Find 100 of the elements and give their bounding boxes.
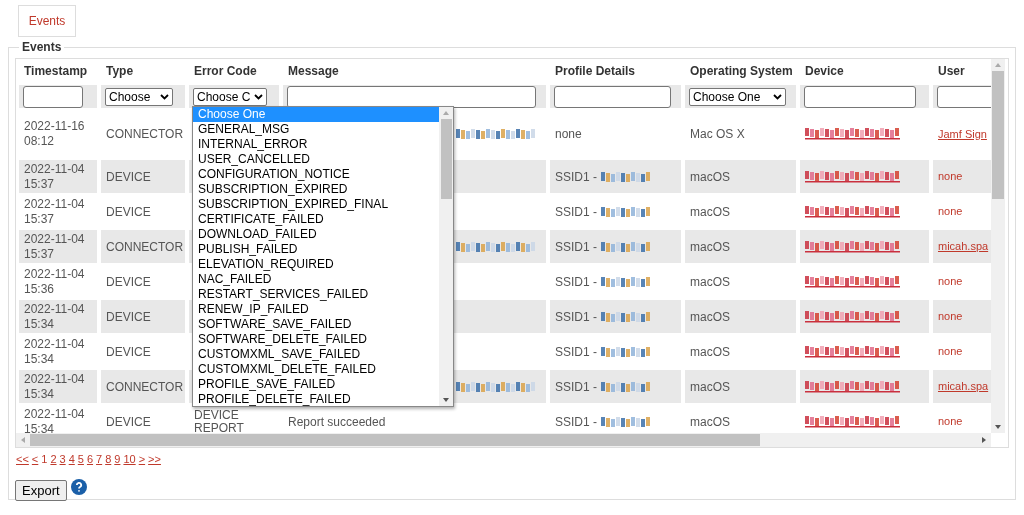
dropdown-option[interactable]: PUBLISH_FAILED <box>193 242 439 257</box>
dropdown-option[interactable]: USER_CANCELLED <box>193 152 439 167</box>
device-link[interactable] <box>805 345 900 358</box>
dropdown-option[interactable]: DOWNLOAD_FAILED <box>193 227 439 242</box>
dropdown-option[interactable]: RESTART_SERVICES_FAILED <box>193 287 439 302</box>
dropdown-option[interactable]: CERTIFICATE_FAILED <box>193 212 439 227</box>
column-header: Message <box>287 63 340 80</box>
timestamp-cell: 2022-11-04 15:37 <box>19 160 97 193</box>
user-text: none <box>938 344 963 360</box>
device-link[interactable] <box>805 310 900 323</box>
dropdown-option[interactable]: SOFTWARE_SAVE_FAILED <box>193 317 439 332</box>
dropdown-option[interactable]: SOFTWARE_DELETE_FAILED <box>193 332 439 347</box>
page-link[interactable]: 2 <box>50 451 57 468</box>
arrow-down-icon[interactable] <box>994 423 1002 431</box>
device-link[interactable] <box>805 205 900 218</box>
page-link[interactable]: 5 <box>77 451 84 468</box>
page-link[interactable]: 6 <box>86 451 94 468</box>
page-link[interactable]: > <box>138 451 146 468</box>
timestamp-cell: 2022-11-04 15:34 <box>19 370 97 403</box>
dropdown-option[interactable]: CUSTOMXML_DELETE_FAILED <box>193 362 439 377</box>
column-header: Device <box>804 63 845 80</box>
scroll-thumb[interactable] <box>992 71 1004 199</box>
profile-text: SSID1 - <box>555 308 597 326</box>
arrow-right-icon[interactable] <box>980 436 988 444</box>
dropdown-scrollbar[interactable] <box>439 107 453 406</box>
column-header: Timestamp <box>23 63 89 80</box>
redacted-text-drawing <box>601 276 651 287</box>
export-button[interactable]: Export <box>15 479 67 501</box>
redacted-text-drawing <box>601 416 651 427</box>
table-cell: macOS <box>685 300 796 333</box>
page-link[interactable]: 7 <box>96 451 103 468</box>
table-cell: CONNECTOR <box>101 230 185 263</box>
redacted-text-drawing <box>601 346 651 357</box>
user-link[interactable]: Jamf Sign <box>938 125 987 143</box>
dropdown-option[interactable]: CONFIGURATION_NOTICE <box>193 167 439 182</box>
arrow-down-icon[interactable] <box>442 396 450 404</box>
events-tab[interactable]: Events <box>18 5 76 37</box>
help-icon[interactable] <box>70 479 87 495</box>
scroll-thumb[interactable] <box>30 434 760 446</box>
profile-text: SSID1 - <box>555 273 597 291</box>
user-text: none <box>938 204 963 220</box>
timestamp-cell: 2022-11-04 15:37 <box>19 230 97 263</box>
filter-select[interactable]: Choose One <box>689 87 786 106</box>
device-link[interactable] <box>805 170 900 183</box>
device-link[interactable] <box>805 128 900 140</box>
page-link[interactable]: < <box>31 451 39 468</box>
filter-select[interactable]: Choose C <box>193 87 267 106</box>
filter-select[interactable]: Choose <box>105 87 173 106</box>
table-cell: DEVICE <box>101 160 185 193</box>
profile-text: SSID1 - <box>555 168 597 186</box>
timestamp-cell: 2022-11-04 15:34 <box>19 300 97 333</box>
dropdown-option[interactable]: SUBSCRIPTION_EXPIRED <box>193 182 439 197</box>
user-link[interactable]: micah.spa <box>938 238 989 255</box>
scroll-thumb[interactable] <box>440 119 452 199</box>
profile-text: SSID1 - <box>555 238 597 256</box>
page-link[interactable]: << <box>16 451 29 468</box>
profile-text: SSID1 - <box>555 343 597 361</box>
device-link[interactable] <box>805 240 900 253</box>
page-link[interactable]: 4 <box>68 451 75 468</box>
profile-text: none <box>555 126 582 143</box>
chevron-down-icon <box>773 93 782 100</box>
page-link[interactable]: >> <box>148 451 161 468</box>
column-header: Error Code <box>193 63 258 80</box>
dropdown-option[interactable]: SUBSCRIPTION_EXPIRED_FINAL <box>193 197 439 212</box>
redacted-text-drawing <box>601 381 651 392</box>
column-header: Operating System <box>689 63 794 80</box>
user-text: none <box>938 169 963 185</box>
page-link[interactable]: 3 <box>59 451 66 468</box>
chevron-down-icon <box>160 93 169 100</box>
table-cell: CONNECTOR <box>101 370 185 403</box>
page-link[interactable]: 10 <box>123 451 136 468</box>
dropdown-option[interactable]: GENERAL_MSG <box>193 122 439 137</box>
page-link[interactable]: 8 <box>105 451 112 468</box>
dropdown-option[interactable]: RENEW_IP_FAILED <box>193 302 439 317</box>
profile-text: SSID1 - <box>555 413 597 431</box>
column-header: Profile Details <box>554 63 637 80</box>
filter-field[interactable] <box>23 85 83 108</box>
dropdown-option[interactable]: PROFILE_SAVE_FAILED <box>193 377 439 392</box>
device-link[interactable] <box>805 415 900 428</box>
device-link[interactable] <box>805 275 900 288</box>
page-link[interactable]: 1 <box>41 451 48 468</box>
vertical-scrollbar[interactable] <box>991 59 1005 433</box>
user-link[interactable]: micah.spa <box>938 378 989 395</box>
table-cell: macOS <box>685 230 796 263</box>
user-text: none <box>938 274 963 290</box>
redacted-text-drawing <box>601 311 651 322</box>
dropdown-option[interactable]: ELEVATION_REQUIRED <box>193 257 439 272</box>
dropdown-option[interactable]: CUSTOMXML_SAVE_FAILED <box>193 347 439 362</box>
dropdown-option[interactable]: NAC_FAILED <box>193 272 439 287</box>
table-cell: DEVICE <box>101 300 185 333</box>
page-link[interactable]: 9 <box>114 451 121 468</box>
redacted-text-drawing <box>601 206 651 217</box>
dropdown-option[interactable]: INTERNAL_ERROR <box>193 137 439 152</box>
dropdown-option[interactable]: PROFILE_DELETE_FAILED <box>193 392 439 406</box>
device-link[interactable] <box>805 380 900 393</box>
table-cell: macOS <box>685 370 796 403</box>
column-header: User <box>937 63 966 80</box>
horizontal-scrollbar[interactable] <box>16 433 991 447</box>
profile-text: SSID1 - <box>555 203 597 221</box>
user-text: none <box>938 309 963 325</box>
